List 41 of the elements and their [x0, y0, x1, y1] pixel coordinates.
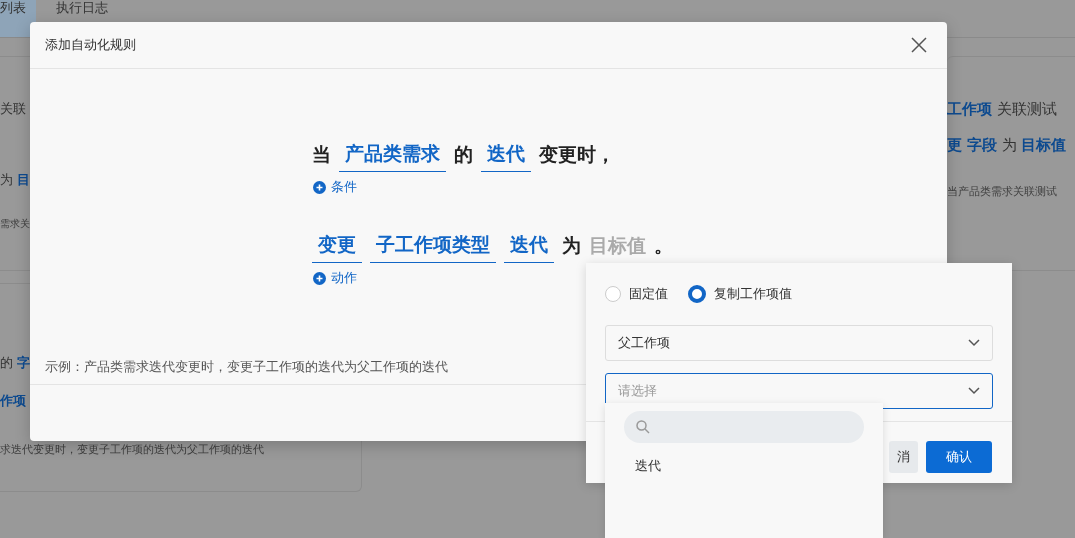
page-tab[interactable]: 列表	[0, 0, 36, 37]
rule-text: 更 字段 为 目标值	[947, 135, 1067, 155]
rule-text: 作项	[0, 392, 26, 410]
rule-field-link[interactable]: 迭代	[504, 232, 554, 263]
rule-text: 工作项 关联测试	[947, 99, 1057, 119]
rule-text: 。	[654, 233, 673, 258]
select-field[interactable]: 父工作项	[605, 325, 993, 361]
radio-option[interactable]: 复制工作项值	[688, 285, 792, 303]
add-label[interactable]: 动作	[331, 269, 357, 287]
search-field[interactable]	[624, 411, 864, 443]
rule-description: 当产品类需求关联测试	[947, 185, 1057, 199]
rule-text: 的 字	[0, 354, 30, 372]
rule-field-link[interactable]: 变更	[312, 232, 362, 263]
radio-label[interactable]: 复制工作项值	[714, 285, 792, 303]
rule-text: 变更时，	[539, 142, 615, 167]
rule-text: 为	[562, 233, 581, 258]
close-icon[interactable]	[911, 37, 927, 53]
rule-text: 的	[454, 142, 473, 167]
rule-description: 需求关	[0, 217, 30, 231]
dropdown-option[interactable]: 迭代	[624, 443, 864, 489]
chevron-down-icon	[968, 339, 980, 347]
rule-field-link[interactable]: 迭代	[481, 141, 531, 172]
rule-field-link[interactable]: 产品类需求	[339, 141, 446, 172]
rule-field-link[interactable]: 子工作项类型	[370, 232, 496, 263]
dialog-title: 添加自动化规则	[45, 36, 136, 54]
add-link[interactable]: 条件	[313, 178, 947, 196]
add-link[interactable]: 动作	[313, 269, 947, 287]
radio-icon[interactable]	[688, 285, 706, 303]
rule-text: 为 目	[0, 171, 30, 189]
radio-option[interactable]: 固定值	[605, 285, 668, 303]
search-icon	[636, 420, 650, 434]
confirm-button[interactable]: 确认	[926, 441, 992, 473]
add-icon	[313, 271, 326, 285]
add-icon	[313, 180, 326, 194]
cancel-button[interactable]: 消	[889, 441, 918, 473]
rule-description: 求迭代变更时，变更子工作项的迭代为父工作项的迭代	[0, 443, 264, 457]
rule-text: 当	[312, 142, 331, 167]
radio-label[interactable]: 固定值	[629, 285, 668, 303]
rule-text: 关联	[0, 100, 26, 118]
add-label[interactable]: 条件	[331, 178, 357, 196]
chevron-down-icon	[968, 387, 980, 395]
